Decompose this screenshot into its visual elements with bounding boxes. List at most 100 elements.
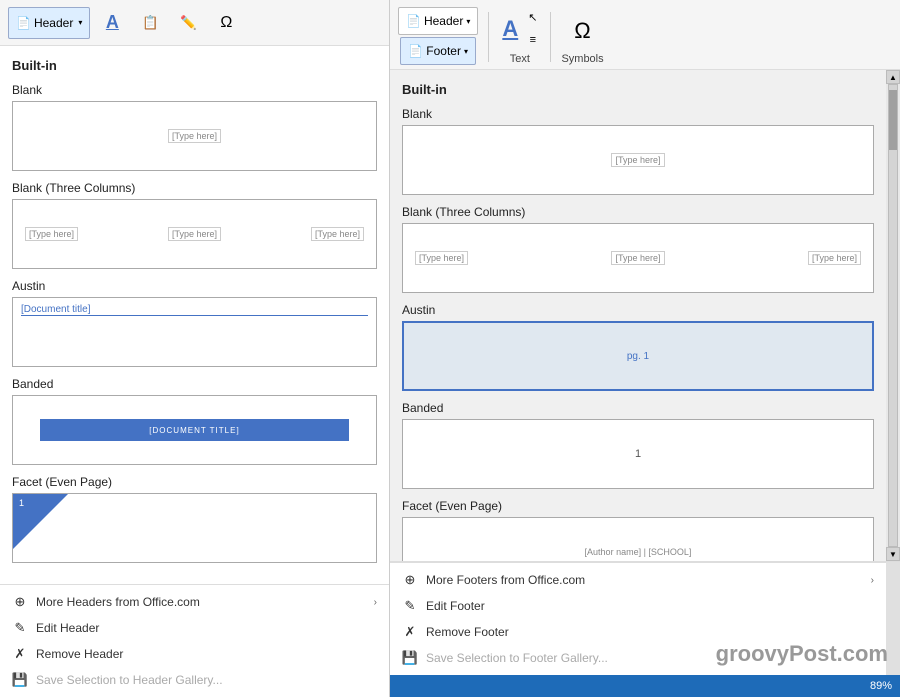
more-headers-arrow: › [374, 597, 377, 608]
left-banded-bar: [DOCUMENT TITLE] [40, 419, 349, 441]
edit-header-icon: ✎ [12, 620, 28, 636]
right-footer-container: ⊕ More Footers from Office.com › ✎ Edit … [390, 561, 900, 675]
right-header-btn-label: Header [424, 14, 463, 28]
omega-icon: Ω [220, 14, 232, 32]
right-text-row: A ↖ ≡ [499, 8, 540, 49]
right-cursor-btn[interactable]: ↖ [525, 8, 540, 27]
right-austin-content: pg. 1 [627, 351, 649, 362]
header-page-icon: 📄 [16, 16, 31, 30]
right-preview-blank[interactable]: [Type here] [402, 125, 874, 195]
insert-pages-button[interactable]: 📋 [134, 7, 166, 39]
left-banded-text: [DOCUMENT TITLE] [149, 426, 239, 435]
right-footer-edit[interactable]: ✎ Edit Footer [390, 593, 886, 619]
left-blank-placeholder: [Type here] [168, 129, 221, 143]
scroll-down-arrow[interactable]: ▼ [886, 547, 900, 561]
header-button[interactable]: 📄 Header ▾ [8, 7, 90, 39]
left-footer-more[interactable]: ⊕ More Headers from Office.com › [0, 589, 389, 615]
right-symbols-btn[interactable]: Ω [565, 13, 599, 49]
right-header-arrow: ▾ [466, 17, 470, 26]
right-header-group: 📄 Header ▾ 📄 Footer ▾ [398, 7, 478, 69]
save-header-icon: 💾 [12, 672, 28, 688]
right-preview-banded[interactable]: 1 [402, 419, 874, 489]
edit-footer-label: Edit Footer [426, 599, 485, 613]
right-footer-menu: ⊕ More Footers from Office.com › ✎ Edit … [390, 562, 886, 675]
right-footer-save: 💾 Save Selection to Footer Gallery... [390, 645, 886, 671]
save-header-label: Save Selection to Header Gallery... [36, 673, 223, 687]
right-footer-btn-label: Footer [426, 44, 461, 58]
right-text-label: Text [510, 53, 530, 65]
left-scroll-area: Built-in Blank [Type here] Blank (Three … [0, 46, 389, 584]
symbols-button[interactable]: Ω [210, 7, 242, 39]
right-text-format-icon: A [502, 16, 518, 42]
text-format-button[interactable]: A [96, 7, 128, 39]
header-btn-label: Header [34, 16, 73, 30]
more-footers-arrow: › [871, 575, 874, 586]
right-footer-arrow: ▾ [464, 47, 468, 56]
right-section-title: Built-in [402, 82, 874, 97]
left-panel: 📄 Header ▾ A 📋 ✏️ Ω Built-in Blank [Type… [0, 0, 390, 697]
left-preview-three-col[interactable]: [Type here] [Type here] [Type here] [12, 199, 377, 269]
right-toolbar: 📄 Header ▾ 📄 Footer ▾ A ↖ ≡ Text [390, 0, 900, 70]
left-item-label-austin: Austin [12, 279, 377, 293]
left-facet-number: 1 [19, 498, 24, 508]
right-outer: 📄 Header ▾ 📄 Footer ▾ A ↖ ≡ Text [390, 0, 900, 697]
remove-footer-label: Remove Footer [426, 625, 509, 639]
scroll-up-arrow[interactable]: ▲ [886, 70, 900, 84]
right-header-page-icon: 📄 [406, 14, 421, 28]
save-footer-label: Save Selection to Footer Gallery... [426, 651, 608, 665]
left-item-label-three-col: Blank (Three Columns) [12, 181, 377, 195]
left-preview-banded[interactable]: [DOCUMENT TITLE] [12, 395, 377, 465]
more-headers-icon: ⊕ [12, 594, 28, 610]
right-align-btn[interactable]: ≡ [525, 31, 540, 49]
right-item-label-three-col: Blank (Three Columns) [402, 205, 874, 219]
scroll-track[interactable] [888, 84, 898, 547]
edit-footer-icon: ✎ [402, 598, 418, 614]
zoom-level: 89% [870, 680, 892, 692]
left-three-col-ph1: [Type here] [25, 227, 78, 241]
right-preview-austin[interactable]: pg. 1 [402, 321, 874, 391]
right-item-label-blank: Blank [402, 107, 874, 121]
header-dropdown-arrow: ▾ [78, 18, 82, 27]
right-three-col-ph1: [Type here] [415, 251, 468, 265]
right-text-group: A ↖ ≡ Text [499, 8, 540, 69]
right-scrollbar[interactable]: ▲ ▼ [886, 70, 900, 561]
right-banded-content: 1 [635, 448, 641, 460]
left-section-title: Built-in [12, 58, 377, 73]
remove-footer-icon: ✗ [402, 624, 418, 640]
right-footer-page-icon: 📄 [408, 44, 423, 58]
right-text-format-btn[interactable]: A [499, 13, 521, 45]
left-preview-facet[interactable]: 1 [12, 493, 377, 563]
right-item-label-banded: Banded [402, 401, 874, 415]
scroll-thumb[interactable] [889, 90, 897, 150]
remove-header-label: Remove Header [36, 647, 123, 661]
left-preview-blank[interactable]: [Type here] [12, 101, 377, 171]
edit-icon: ✏️ [180, 15, 197, 31]
right-preview-three-col[interactable]: [Type here] [Type here] [Type here] [402, 223, 874, 293]
more-footers-label: More Footers from Office.com [426, 573, 585, 587]
right-symbols-label: Symbols [561, 53, 603, 65]
left-preview-austin[interactable]: [Document title] [12, 297, 377, 367]
right-preview-facet[interactable]: [Author name] | [SCHOOL] [402, 517, 874, 561]
left-toolbar: 📄 Header ▾ A 📋 ✏️ Ω [0, 0, 389, 46]
left-item-label-facet: Facet (Even Page) [12, 475, 377, 489]
left-three-col-ph3: [Type here] [311, 227, 364, 241]
remove-header-icon: ✗ [12, 646, 28, 662]
right-symbols-group: Ω Symbols [561, 13, 603, 69]
right-three-col-ph3: [Type here] [808, 251, 861, 265]
more-headers-label: More Headers from Office.com [36, 595, 200, 609]
right-three-col-ph2: [Type here] [611, 251, 664, 265]
toolbar-divider-2 [550, 12, 551, 62]
left-footer-save: 💾 Save Selection to Header Gallery... [0, 667, 389, 693]
left-footer-menu: ⊕ More Headers from Office.com › ✎ Edit … [0, 584, 389, 697]
right-footer-more[interactable]: ⊕ More Footers from Office.com › [390, 567, 886, 593]
right-text-sub-icons: ↖ ≡ [525, 8, 540, 49]
right-scroll-area: Built-in Blank [Type here] Blank (Three … [390, 70, 886, 561]
edit-button[interactable]: ✏️ [172, 7, 204, 39]
more-footers-icon: ⊕ [402, 572, 418, 588]
left-footer-remove[interactable]: ✗ Remove Header [0, 641, 389, 667]
right-item-label-austin: Austin [402, 303, 874, 317]
left-footer-edit[interactable]: ✎ Edit Header [0, 615, 389, 641]
right-header-button[interactable]: 📄 Header ▾ [398, 7, 478, 35]
right-footer-button[interactable]: 📄 Footer ▾ [400, 37, 476, 65]
right-footer-remove[interactable]: ✗ Remove Footer [390, 619, 886, 645]
